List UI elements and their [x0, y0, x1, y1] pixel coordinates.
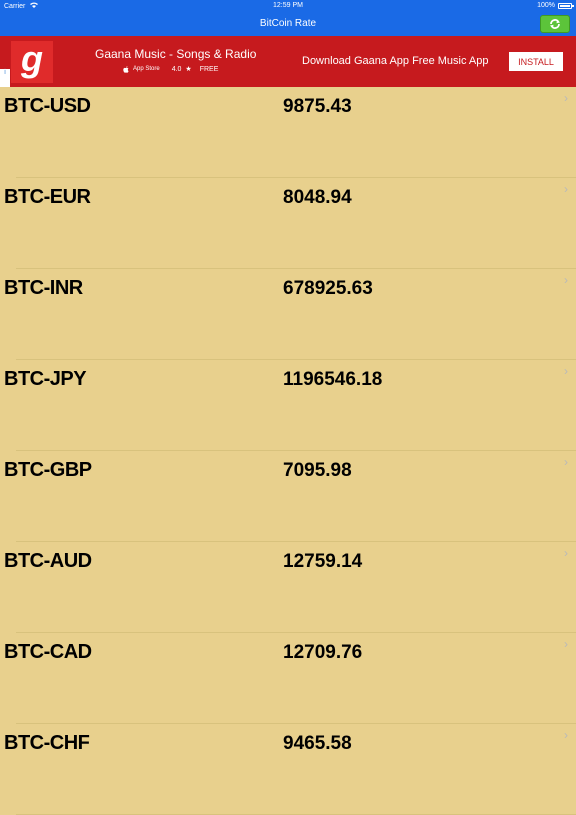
battery-status: 100%: [537, 2, 574, 9]
currency-pair: BTC-EUR: [4, 186, 91, 208]
rate-value: 9465.58: [283, 733, 352, 754]
rate-value: 1196546.18: [283, 369, 383, 390]
rate-row[interactable]: BTC-AUD 12759.14 ›: [0, 542, 576, 633]
rate-value: 7095.98: [283, 460, 352, 481]
chevron-right-icon: ›: [564, 364, 568, 378]
chevron-right-icon: ›: [564, 182, 568, 196]
star-icon: ★: [185, 66, 192, 73]
ad-rating: 4.0: [171, 65, 182, 73]
rate-row[interactable]: BTC-EUR 8048.94 ›: [0, 178, 576, 269]
rate-row[interactable]: BTC-JPY 1196546.18 ›: [0, 360, 576, 451]
chevron-right-icon: ›: [564, 546, 568, 560]
gaana-logo[interactable]: g: [11, 41, 53, 83]
refresh-icon: [550, 19, 560, 29]
refresh-button[interactable]: [540, 15, 570, 33]
currency-pair: BTC-JPY: [4, 368, 87, 390]
currency-pair: BTC-AUD: [4, 550, 92, 572]
status-time: 12:59 PM: [273, 2, 303, 9]
rate-row[interactable]: BTC-CHF 9465.58 ›: [0, 724, 576, 815]
rate-row[interactable]: BTC-USD 9875.43 ›: [0, 87, 576, 178]
rate-value: 9875.43: [283, 96, 352, 117]
currency-pair: BTC-CAD: [4, 641, 92, 663]
apple-icon: [123, 65, 129, 73]
currency-pair: BTC-GBP: [4, 459, 92, 481]
navigation-bar: BitCoin Rate: [0, 12, 576, 36]
rate-value: 8048.94: [283, 187, 352, 208]
rate-value: 12709.76: [283, 642, 363, 663]
page-title: BitCoin Rate: [259, 18, 317, 29]
chevron-right-icon: ›: [564, 273, 568, 287]
rate-value: 678925.63: [283, 278, 373, 299]
ad-meta: App Store 4.0 ★ FREE: [123, 65, 218, 73]
currency-pair: BTC-CHF: [4, 732, 90, 754]
status-bar: Carrier 12:59 PM 100%: [0, 0, 576, 12]
install-button[interactable]: INSTALL: [509, 52, 563, 71]
app-store-label: App Store: [133, 66, 160, 72]
ad-title[interactable]: Gaana Music - Songs & Radio: [95, 47, 256, 61]
rate-row[interactable]: BTC-CAD 12709.76 ›: [0, 633, 576, 724]
rate-row[interactable]: BTC-INR 678925.63 ›: [0, 269, 576, 360]
chevron-right-icon: ›: [564, 637, 568, 651]
ad-info-icon[interactable]: i: [0, 69, 10, 87]
chevron-right-icon: ›: [564, 91, 568, 105]
battery-percent: 100%: [537, 2, 555, 9]
currency-pair: BTC-USD: [4, 95, 91, 117]
chevron-right-icon: ›: [564, 455, 568, 469]
rate-value: 12759.14: [283, 551, 363, 572]
ad-price: FREE: [199, 65, 219, 73]
battery-icon: [558, 2, 574, 9]
chevron-right-icon: ›: [564, 728, 568, 742]
ad-banner[interactable]: g i Gaana Music - Songs & Radio App Stor…: [0, 36, 576, 87]
currency-pair: BTC-INR: [4, 277, 83, 299]
rate-row[interactable]: BTC-GBP 7095.98 ›: [0, 451, 576, 542]
gaana-logo-letter: g: [21, 38, 43, 79]
ad-description[interactable]: Download Gaana App Free Music App: [302, 55, 489, 67]
